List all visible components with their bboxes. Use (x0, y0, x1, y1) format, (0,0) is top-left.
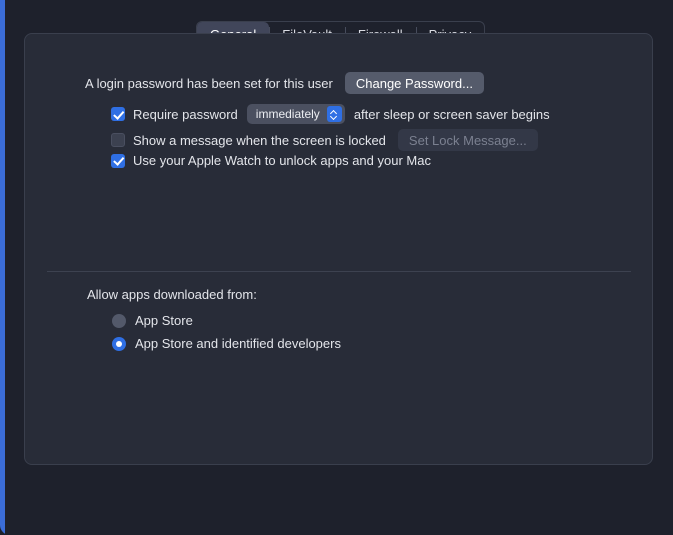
apple-watch-row: Use your Apple Watch to unlock apps and … (111, 153, 431, 168)
section-divider (47, 271, 631, 272)
require-password-delay-dropdown[interactable]: immediately (246, 104, 345, 124)
bottom-bar: Click the lock to prevent further change… (0, 478, 673, 535)
require-password-label: Require password (133, 106, 238, 122)
identified-developers-label: App Store and identified developers (135, 336, 341, 351)
login-password-status: A login password has been set for this u… (85, 75, 333, 91)
apple-watch-label: Use your Apple Watch to unlock apps and … (133, 153, 431, 168)
allow-apps-option-app-store[interactable]: App Store (112, 313, 193, 328)
allow-apps-option-identified-developers[interactable]: App Store and identified developers (112, 336, 341, 351)
login-password-row: A login password has been set for this u… (85, 72, 484, 94)
security-privacy-window: General FileVault Firewall Privacy A log… (0, 0, 673, 535)
show-lock-message-label: Show a message when the screen is locked (133, 132, 386, 148)
show-lock-message-row: Show a message when the screen is locked… (111, 129, 538, 151)
window-focus-edge (0, 0, 5, 535)
change-password-button[interactable]: Change Password... (344, 72, 484, 94)
require-password-checkbox[interactable] (111, 107, 125, 121)
chevron-up-down-icon (326, 106, 342, 122)
show-lock-message-checkbox[interactable] (111, 133, 125, 147)
general-panel: A login password has been set for this u… (24, 33, 653, 465)
app-store-label: App Store (135, 313, 193, 328)
identified-developers-radio[interactable] (112, 336, 126, 351)
app-store-radio[interactable] (112, 313, 126, 328)
require-password-suffix-label: after sleep or screen saver begins (353, 106, 550, 122)
require-password-delay-value: immediately (255, 107, 320, 121)
allow-apps-title-row: Allow apps downloaded from: (87, 287, 257, 302)
set-lock-message-button[interactable]: Set Lock Message... (397, 129, 538, 151)
allow-apps-title: Allow apps downloaded from: (87, 287, 257, 302)
apple-watch-checkbox[interactable] (111, 153, 125, 168)
require-password-row: Require password immediately after sleep… (111, 104, 550, 124)
